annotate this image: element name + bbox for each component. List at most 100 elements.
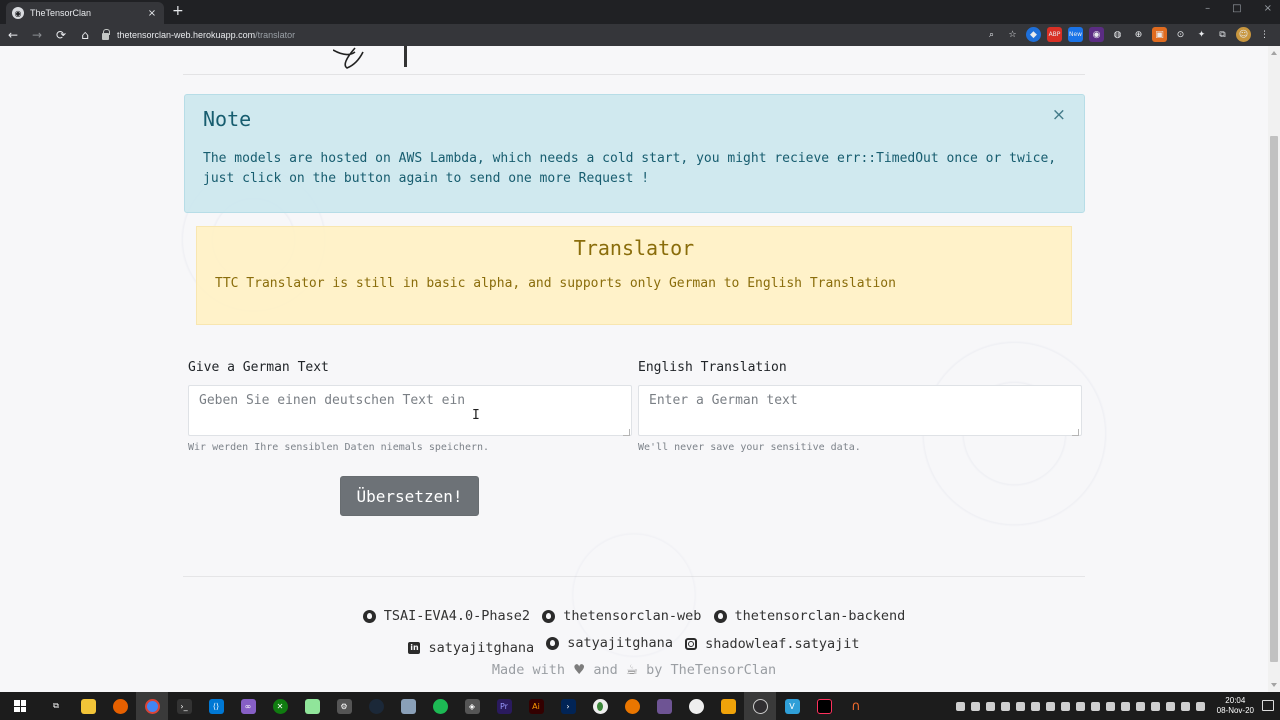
close-window-button[interactable]: × [1264, 3, 1272, 14]
taskbar-app[interactable] [744, 692, 776, 720]
tray-icon[interactable] [1060, 701, 1070, 711]
taskbar-app[interactable] [104, 692, 136, 720]
bookmark-star-icon[interactable]: ☆ [1005, 27, 1020, 42]
adblock-icon[interactable]: ABP [1047, 27, 1062, 42]
notification-center-icon[interactable] [1262, 700, 1274, 711]
media-icon[interactable]: ⧉ [1215, 27, 1230, 42]
taskbar-app[interactable] [680, 692, 712, 720]
tray-icon[interactable] [955, 701, 965, 711]
extension-6-icon[interactable]: ▣ [1152, 27, 1167, 42]
menu-icon[interactable]: ⋮ [1257, 27, 1272, 42]
translate-button[interactable]: Übersetzen! [340, 476, 479, 516]
tray-icon[interactable] [1045, 701, 1055, 711]
browser-tab[interactable]: ◉ TheTensorClan × [6, 2, 164, 24]
taskbar-app[interactable] [584, 692, 616, 720]
resize-handle[interactable] [1072, 429, 1079, 436]
taskbar-app[interactable] [648, 692, 680, 720]
taskbar-app[interactable]: Ai [520, 692, 552, 720]
forward-button[interactable]: → [26, 28, 48, 42]
tray-icon[interactable] [1150, 701, 1160, 711]
taskbar-app[interactable]: Pr [488, 692, 520, 720]
battery-icon[interactable] [1195, 701, 1205, 711]
page-scrollbar[interactable] [1268, 46, 1280, 692]
address-bar[interactable]: thetensorclan-web.herokuapp.com /transla… [92, 26, 1042, 44]
tray-icon[interactable] [1000, 701, 1010, 711]
linkedin-link[interactable]: in satyajitghana [408, 640, 534, 656]
taskbar-app[interactable] [72, 692, 104, 720]
extensions-puzzle-icon[interactable]: ✦ [1194, 27, 1209, 42]
wifi-icon[interactable] [1165, 701, 1175, 711]
taskbar-app[interactable] [424, 692, 456, 720]
taskbar-app[interactable] [392, 692, 424, 720]
taskbar-app[interactable]: ⟨⟩ [200, 692, 232, 720]
taskbar-app[interactable]: ∩ [840, 692, 872, 720]
settings-gear-icon: ⚙ [336, 698, 352, 714]
english-translation-output[interactable] [638, 385, 1082, 436]
zoom-icon[interactable]: ⌕ [984, 27, 999, 42]
scroll-down-icon[interactable] [1271, 683, 1277, 687]
taskbar-app[interactable] [712, 692, 744, 720]
taskbar-app[interactable]: ∞ [232, 692, 264, 720]
taskbar-clock[interactable]: 20:04 08-Nov-20 [1217, 696, 1254, 716]
tab-close-icon[interactable]: × [146, 8, 158, 19]
taskbar-app[interactable] [808, 692, 840, 720]
task-view-button[interactable]: ⧉ [40, 692, 72, 720]
taskbar-app[interactable] [360, 692, 392, 720]
tray-icon[interactable] [1075, 701, 1085, 711]
taskbar-app[interactable]: ✕ [264, 692, 296, 720]
taskbar-app[interactable] [296, 692, 328, 720]
taskbar-app[interactable]: ◈ [456, 692, 488, 720]
visual-studio-icon: ∞ [240, 698, 256, 714]
terminal-icon: ›_ [176, 698, 192, 714]
steam-icon [368, 698, 384, 714]
tray-icon[interactable] [1105, 701, 1115, 711]
back-button[interactable]: ← [2, 28, 24, 42]
start-button[interactable] [0, 692, 40, 720]
chrome-icon [144, 698, 160, 714]
profile-avatar[interactable]: ☺ [1236, 27, 1251, 42]
close-icon[interactable]: × [1052, 105, 1066, 125]
extension-new-icon[interactable]: New [1068, 27, 1083, 42]
german-text-label: Give a German Text [188, 360, 329, 375]
github-profile-link[interactable]: satyajitghana [546, 635, 673, 651]
github-desktop-icon [656, 698, 672, 714]
volume-icon[interactable] [1180, 701, 1190, 711]
reload-button[interactable]: ⟳ [50, 28, 72, 42]
repo-link-phase2[interactable]: TSAI-EVA4.0-Phase2 [362, 608, 531, 624]
resize-handle[interactable] [623, 429, 630, 436]
repo-link-backend[interactable]: thetensorclan-backend [713, 608, 905, 624]
xbox-icon: ✕ [272, 698, 288, 714]
tray-icon[interactable] [1030, 701, 1040, 711]
extension-1-icon[interactable]: ◆ [1026, 27, 1041, 42]
minimize-button[interactable]: – [1205, 3, 1210, 14]
footer-repo-links: TSAI-EVA4.0-Phase2 thetensorclan-web the… [0, 608, 1268, 627]
taskbar-app[interactable]: V [776, 692, 808, 720]
scroll-up-icon[interactable] [1271, 51, 1277, 55]
repo-link-web[interactable]: thetensorclan-web [542, 608, 701, 624]
tray-icon[interactable] [1120, 701, 1130, 711]
taskbar-app[interactable]: › [552, 692, 584, 720]
postman-icon [688, 698, 704, 714]
made-with-line: Made with ♥ and ☕ by TheTensorClan [0, 662, 1268, 678]
extension-4-icon[interactable]: ◍ [1110, 27, 1125, 42]
tray-icon[interactable] [1015, 701, 1025, 711]
tray-icon[interactable] [1090, 701, 1100, 711]
link-label: TSAI-EVA4.0-Phase2 [383, 608, 531, 624]
taskbar-app[interactable] [136, 692, 168, 720]
maximize-button[interactable]: □ [1232, 3, 1241, 14]
site-favicon-icon: ◉ [12, 7, 24, 19]
extension-7-icon[interactable]: ⊙ [1173, 27, 1188, 42]
instagram-link[interactable]: shadowleaf.satyajit [685, 636, 860, 652]
taskbar-app[interactable]: ›_ [168, 692, 200, 720]
origin-icon: ∩ [851, 698, 861, 714]
taskbar-app[interactable]: ⚙ [328, 692, 360, 720]
german-text-input[interactable] [188, 385, 632, 436]
tray-icon[interactable] [985, 701, 995, 711]
extension-5-icon[interactable]: ⊕ [1131, 27, 1146, 42]
tray-icon[interactable] [1135, 701, 1145, 711]
tray-icon[interactable] [970, 701, 980, 711]
scrollbar-thumb[interactable] [1270, 136, 1278, 662]
taskbar-app[interactable] [616, 692, 648, 720]
new-tab-button[interactable]: + [172, 3, 184, 19]
extension-3-icon[interactable]: ◉ [1089, 27, 1104, 42]
